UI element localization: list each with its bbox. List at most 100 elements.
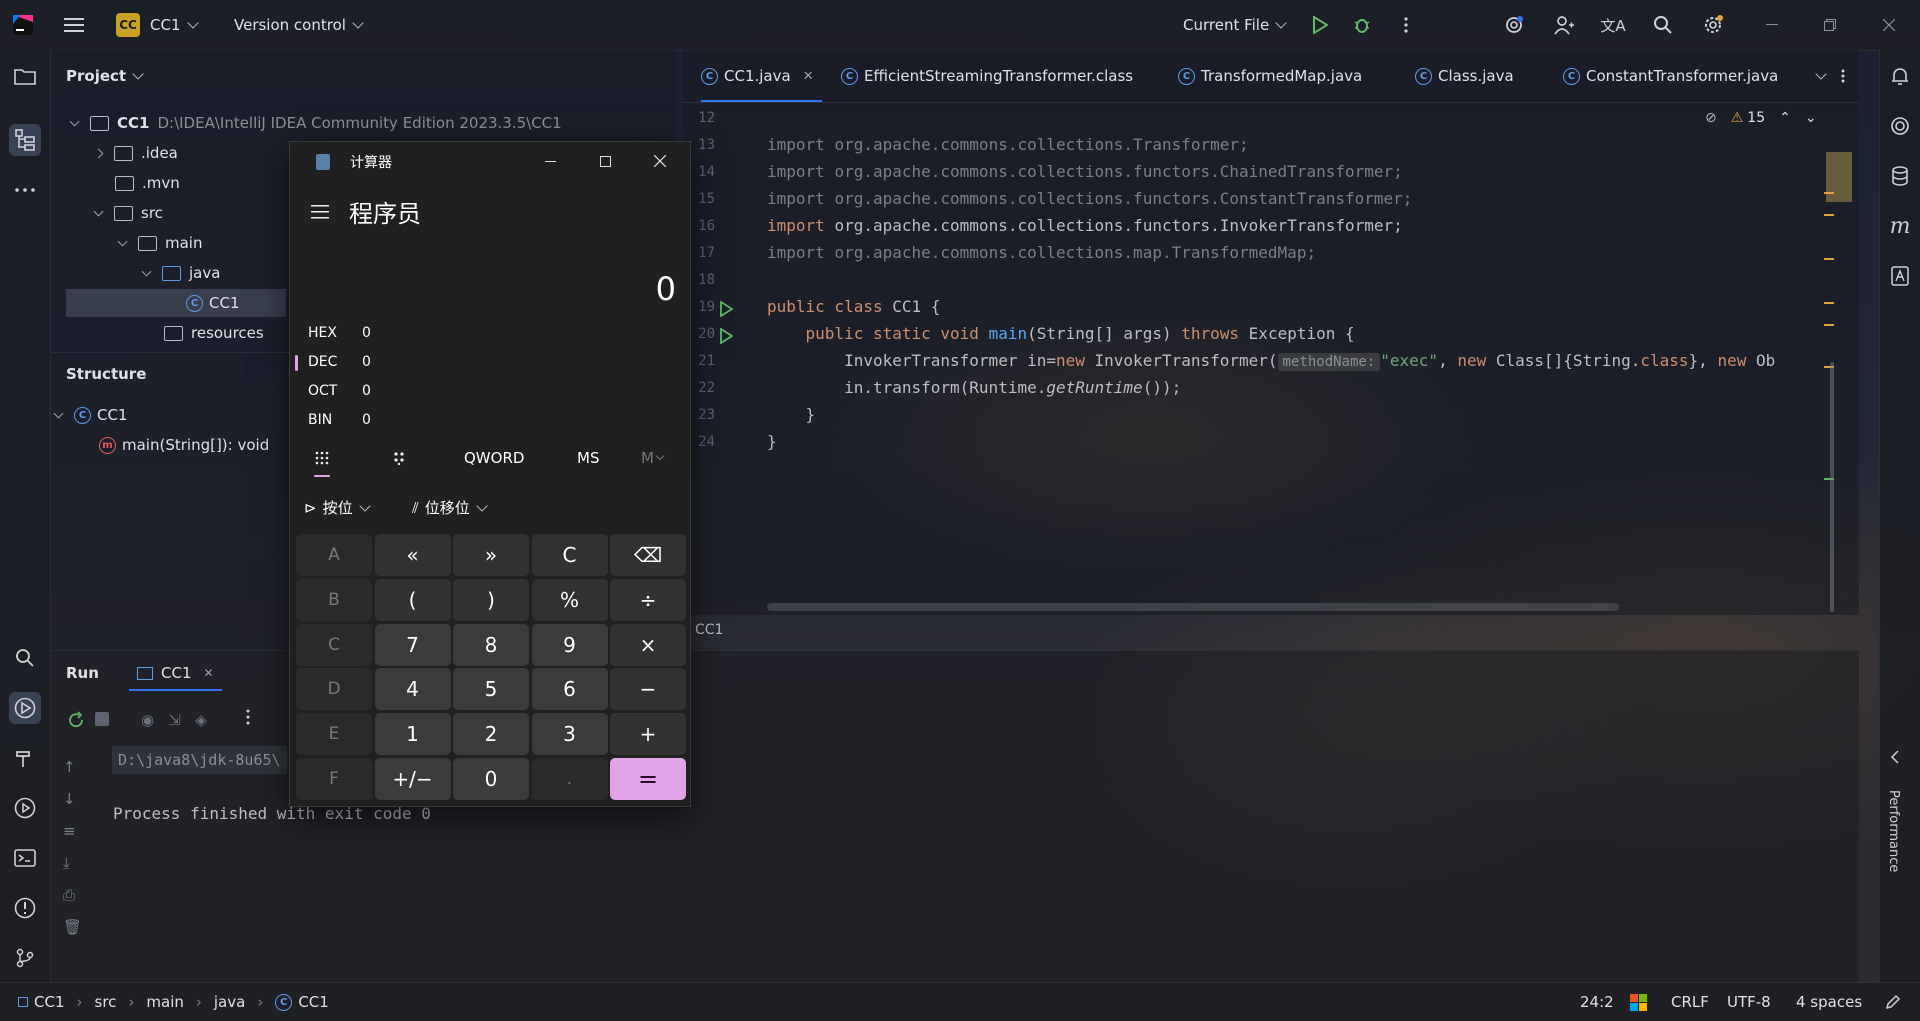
close-window-icon[interactable] <box>1877 0 1901 50</box>
close-tab-icon[interactable]: ✕ <box>204 666 214 680</box>
close-tab-icon[interactable]: ✕ <box>803 69 814 84</box>
tree-item-src[interactable]: src <box>93 199 163 227</box>
key-eight[interactable]: 8 <box>453 623 529 666</box>
calc-minimize-icon[interactable] <box>535 150 565 172</box>
calc-maximize-icon[interactable] <box>590 150 620 172</box>
editor-breadcrumb[interactable]: CC1 <box>695 622 723 638</box>
tree-item-java[interactable]: java <box>141 259 220 287</box>
run-class-gutter-icon[interactable] <box>719 300 734 321</box>
rerun-icon[interactable] <box>67 711 85 733</box>
tab-transformed-map[interactable]: C TransformedMap.java <box>1178 50 1362 102</box>
radix-dec-row[interactable]: DEC 0 <box>308 349 371 375</box>
bitwise-dropdown[interactable]: ⊳ 按位 <box>304 497 371 518</box>
key-two[interactable]: 2 <box>453 713 529 756</box>
find-icon[interactable] <box>9 642 41 674</box>
tab-more-icon[interactable] <box>1841 50 1845 102</box>
project-panel-header[interactable]: Project <box>66 62 144 90</box>
more-actions-icon[interactable] <box>1396 0 1416 50</box>
calc-close-icon[interactable] <box>645 150 675 172</box>
run-tab-cc1[interactable]: CC1 ✕ <box>129 657 222 691</box>
tab-class-java[interactable]: C Class.java <box>1415 50 1514 102</box>
key-divide[interactable]: ÷ <box>610 578 686 621</box>
key-three[interactable]: 3 <box>531 713 608 756</box>
windows-icon[interactable] <box>1630 994 1647 1011</box>
crumb[interactable]: main <box>146 993 183 1011</box>
key-multiply[interactable]: × <box>610 623 686 666</box>
status-breadcrumb[interactable]: CC1 › src › main › java › C CC1 <box>18 983 329 1021</box>
key-nine[interactable]: 9 <box>531 623 608 666</box>
horizontal-scrollbar[interactable] <box>767 603 1619 611</box>
main-menu-icon[interactable] <box>60 0 88 50</box>
key-shift-right[interactable]: » <box>453 534 529 576</box>
run-tool-icon[interactable] <box>9 692 41 724</box>
key-zero[interactable]: 0 <box>453 758 529 800</box>
caret-position[interactable]: 24:2 <box>1580 983 1614 1021</box>
terminal-icon[interactable] <box>9 842 41 874</box>
more-tools-icon[interactable] <box>9 174 41 206</box>
key-equals[interactable]: = <box>610 758 686 800</box>
tree-item-idea[interactable]: .idea <box>93 139 178 167</box>
editor-scrollbar[interactable] <box>1824 102 1854 614</box>
key-four[interactable]: 4 <box>374 668 451 711</box>
tree-item-root[interactable]: CC1 D:\IDEA\IntelliJ IDEA Community Edit… <box>69 109 562 137</box>
edit-lock-icon[interactable] <box>1885 994 1901 1014</box>
prev-highlight-icon[interactable]: ⌃ <box>1779 110 1791 126</box>
project-folder-icon[interactable] <box>9 60 41 92</box>
tree-item-main[interactable]: main <box>117 229 202 257</box>
calc-nav-menu-icon[interactable] <box>308 200 332 224</box>
notifications-bell-icon[interactable] <box>1884 60 1916 92</box>
tree-item-mvn[interactable]: .mvn <box>115 169 180 197</box>
tree-item-resources[interactable]: resources <box>164 319 264 347</box>
ai-assistant-icon[interactable] <box>1502 0 1526 50</box>
structure-class-row[interactable]: C CC1 <box>53 401 128 429</box>
key-close-paren[interactable]: ) <box>453 578 529 621</box>
structure-icon[interactable] <box>9 124 41 156</box>
tab-list-chevron-icon[interactable] <box>1809 50 1827 102</box>
performance-label[interactable]: Performance <box>1886 790 1901 872</box>
memory-store-button[interactable]: MS <box>577 449 599 467</box>
key-shift-left[interactable]: « <box>374 534 451 576</box>
key-seven[interactable]: 7 <box>374 623 451 666</box>
tab-constant-transformer[interactable]: C ConstantTransformer.java <box>1563 50 1778 102</box>
key-one[interactable]: 1 <box>374 713 451 756</box>
tab-efficient-streaming-transformer[interactable]: C EfficientStreamingTransformer.class <box>841 50 1133 102</box>
run-side-toolbar[interactable]: ↑ ↓ ≡ ⤓ ⎙ 🗑 <box>63 751 82 943</box>
maven-icon[interactable]: m <box>1884 210 1916 242</box>
run-icon[interactable] <box>1308 0 1332 50</box>
translate-icon[interactable]: 文A <box>1600 0 1626 50</box>
word-size-button[interactable]: QWORD <box>464 449 524 467</box>
vcs-menu[interactable]: Version control <box>234 0 364 50</box>
crumb[interactable]: CC1 <box>34 993 65 1011</box>
key-backspace[interactable]: ⌫ <box>610 534 686 576</box>
tree-item-cc1-selected[interactable]: C CC1 <box>66 289 286 317</box>
git-branch-icon[interactable] <box>9 942 41 974</box>
indent-setting[interactable]: 4 spaces <box>1796 983 1862 1021</box>
debug-icon[interactable] <box>1350 0 1374 50</box>
collapse-arrow-icon[interactable] <box>1890 750 1900 768</box>
key-open-paren[interactable]: ( <box>374 578 451 621</box>
bit-toggle-keypad-icon[interactable] <box>387 446 411 470</box>
ai-docs-icon[interactable] <box>1884 260 1916 292</box>
next-highlight-icon[interactable]: ⌄ <box>1805 110 1817 126</box>
project-switcher[interactable]: CC CC1 <box>116 0 199 50</box>
crumb[interactable]: CC1 <box>298 993 329 1011</box>
reader-mode-icon[interactable]: ⊘ <box>1705 110 1717 126</box>
key-add[interactable]: + <box>610 713 686 756</box>
file-encoding[interactable]: UTF-8 <box>1727 983 1771 1021</box>
stop-icon[interactable] <box>95 712 109 726</box>
ai-chat-icon[interactable] <box>1884 110 1916 142</box>
restore-icon[interactable] <box>1818 0 1842 50</box>
problems-icon[interactable] <box>9 892 41 924</box>
radix-hex-row[interactable]: HEX 0 <box>308 320 371 346</box>
key-clear[interactable]: C <box>531 534 608 576</box>
key-subtract[interactable]: − <box>610 668 686 711</box>
search-icon[interactable] <box>1651 0 1675 50</box>
crumb[interactable]: src <box>95 993 117 1011</box>
inspection-widget[interactable]: ⊘ ⚠ 15 ⌃ ⌄ <box>1705 110 1817 126</box>
crumb[interactable]: java <box>214 993 245 1011</box>
line-separator[interactable]: CRLF <box>1671 983 1709 1021</box>
run-main-gutter-icon[interactable] <box>719 327 734 348</box>
tab-cc1-java[interactable]: C CC1.java ✕ <box>701 50 822 102</box>
minimize-icon[interactable] <box>1760 0 1784 50</box>
radix-oct-row[interactable]: OCT 0 <box>308 378 371 404</box>
